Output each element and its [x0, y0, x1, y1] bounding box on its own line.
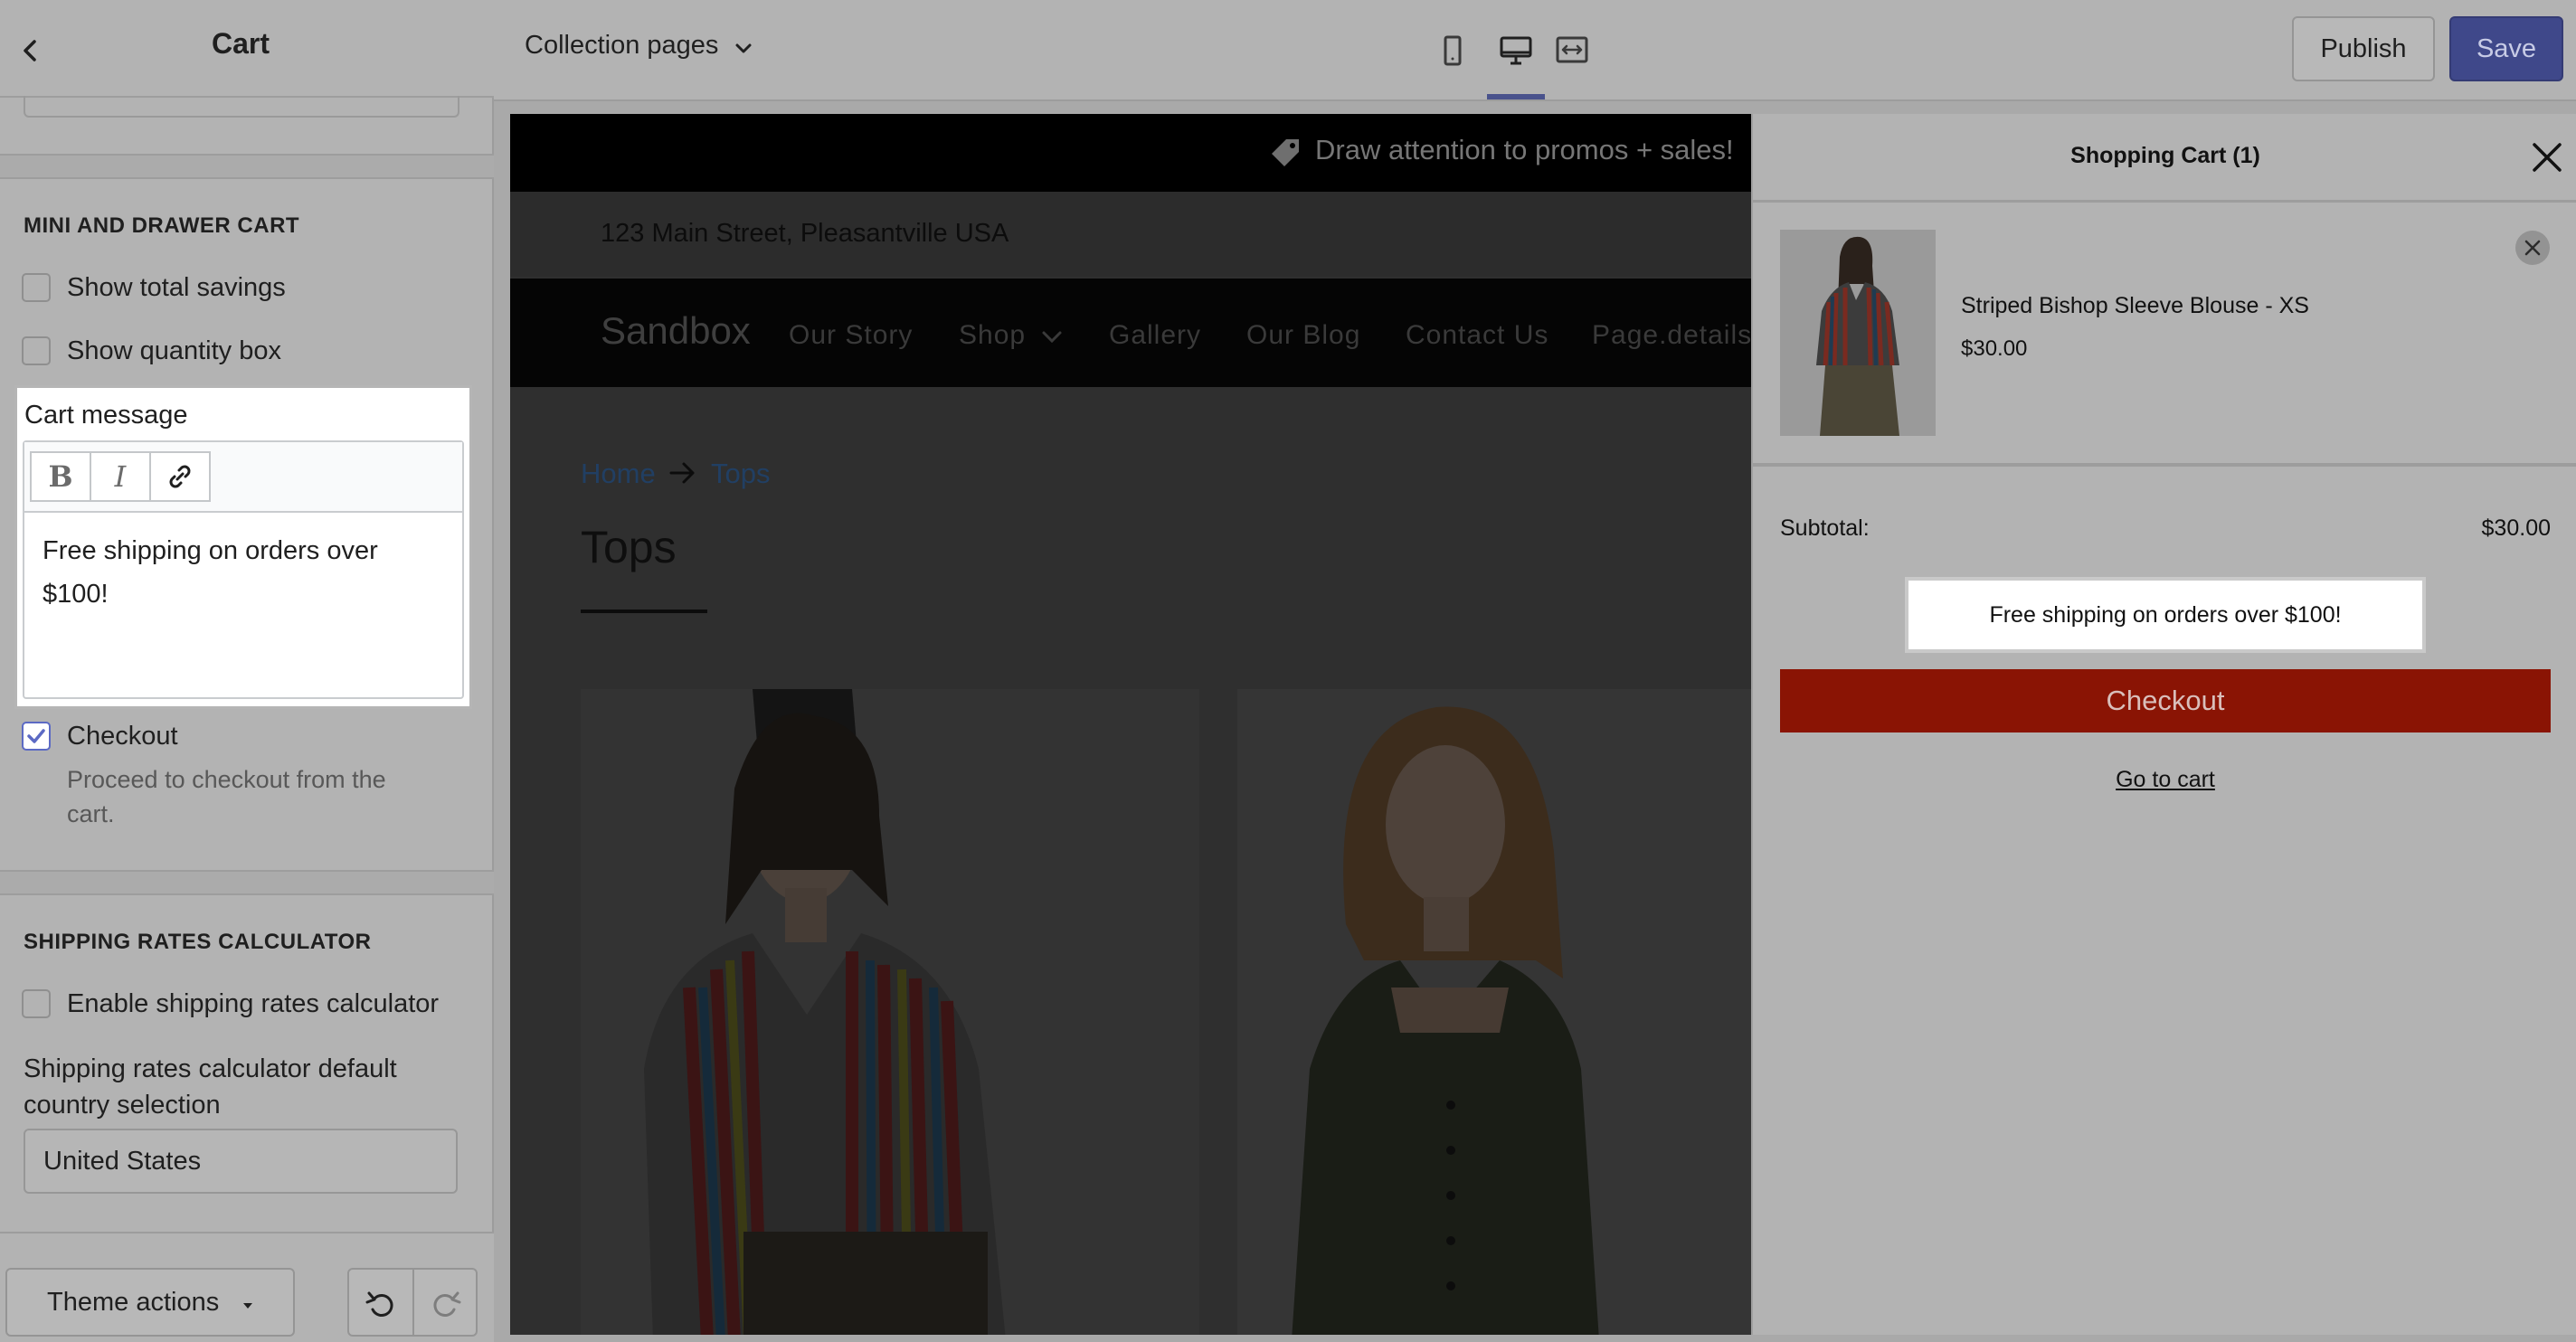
nav-page-details[interactable]: Page.details	[1592, 320, 1751, 351]
cart-drawer: Shopping Cart (1) Striped Bishop Sleeve …	[1751, 114, 2576, 1335]
announcement-bar: Draw attention to promos + sales!	[510, 114, 1751, 192]
close-icon[interactable]	[2527, 137, 2567, 177]
remove-item-icon[interactable]	[2514, 230, 2551, 266]
cart-message-banner: Free shipping on orders over $100!	[1905, 577, 2426, 653]
undo-redo-group	[347, 1268, 478, 1337]
mobile-view-icon[interactable]	[1435, 33, 1471, 69]
checkmark-icon	[27, 729, 45, 743]
store-navigation: Sandbox Our Story Shop Gallery Our Blog …	[510, 279, 1751, 387]
breadcrumb-current: Tops	[711, 458, 771, 489]
arrow-right-icon	[669, 462, 695, 484]
checkout-button[interactable]: Checkout	[1780, 669, 2551, 732]
show-total-savings-label: Show total savings	[67, 273, 286, 302]
mini-cart-heading: MINI AND DRAWER CART	[24, 213, 300, 238]
go-to-cart-link[interactable]: Go to cart	[2116, 767, 2215, 792]
bold-icon: B	[48, 459, 73, 494]
cart-message-label: Cart message	[24, 401, 188, 430]
product-thumbnail[interactable]	[1780, 230, 1936, 436]
show-quantity-box-checkbox[interactable]	[22, 336, 51, 365]
editor-topbar: Collection pages Publish Save	[494, 0, 2576, 101]
checkout-label: Checkout	[67, 722, 178, 751]
nav-our-story[interactable]: Our Story	[789, 320, 913, 351]
active-device-indicator	[1487, 94, 1545, 99]
go-to-cart-link-wrapper: Go to cart	[1753, 767, 2576, 793]
cart-drawer-header: Shopping Cart (1)	[1753, 114, 2576, 203]
full-width-view-icon[interactable]	[1554, 33, 1590, 69]
subtotal-value: $30.00	[2481, 515, 2551, 541]
rich-text-editor[interactable]: B I Free shipping on orders over $100!	[23, 440, 464, 699]
save-button[interactable]: Save	[2449, 16, 2563, 81]
section-divider	[0, 154, 494, 179]
product-card[interactable]	[1237, 689, 1751, 1335]
cart-item-price: $30.00	[1961, 336, 2028, 361]
italic-button[interactable]: I	[90, 451, 151, 502]
checkout-help-text: Proceed to checkout from the cart.	[67, 766, 386, 827]
default-country-select[interactable]: United States	[24, 1129, 458, 1194]
default-country-label: Shipping rates calculator default countr…	[24, 1054, 397, 1120]
enable-shipping-calculator-label: Enable shipping rates calculator	[67, 989, 440, 1018]
store-address: 123 Main Street, Pleasantville USA	[601, 219, 1009, 248]
section-divider	[0, 870, 494, 895]
address-bar: 123 Main Street, Pleasantville USA	[510, 192, 1751, 277]
desktop-view-icon[interactable]	[1498, 33, 1534, 69]
cart-item-name[interactable]: Striped Bishop Sleeve Blouse - XS	[1961, 293, 2309, 319]
editor-toolbar: B I	[24, 442, 462, 513]
subtotal-label: Subtotal:	[1780, 515, 1870, 541]
storefront-preview: Draw attention to promos + sales! 123 Ma…	[510, 114, 1751, 1335]
redo-icon[interactable]	[427, 1286, 463, 1322]
previous-input-edge	[24, 96, 459, 118]
chevron-down-icon	[1042, 331, 1062, 344]
product-card[interactable]	[581, 689, 1199, 1335]
cart-message-value[interactable]: Free shipping on orders over $100!	[43, 529, 440, 616]
checkout-checkbox[interactable]	[22, 722, 51, 751]
theme-actions-button[interactable]: Theme actions	[5, 1268, 295, 1337]
nav-shop[interactable]: Shop	[959, 320, 1026, 351]
product-image	[581, 689, 1199, 1335]
settings-sidebar: Cart MINI AND DRAWER CART Show total sav…	[0, 0, 494, 1342]
sidebar-footer: Theme actions	[0, 1232, 494, 1342]
nav-contact-us[interactable]: Contact Us	[1406, 320, 1548, 351]
enable-shipping-calculator-checkbox[interactable]	[22, 989, 51, 1018]
undo-icon[interactable]	[364, 1286, 400, 1322]
breadcrumb-home[interactable]: Home	[581, 458, 656, 490]
collection-title: Tops	[581, 522, 677, 572]
button-separator	[412, 1270, 414, 1335]
link-icon	[169, 465, 191, 488]
store-logo[interactable]: Sandbox	[601, 309, 751, 353]
show-total-savings-checkbox[interactable]	[22, 273, 51, 302]
product-image	[1237, 689, 1751, 1335]
nav-gallery[interactable]: Gallery	[1109, 320, 1201, 351]
announcement-text: Draw attention to promos + sales!	[1315, 134, 1734, 165]
show-quantity-box-label: Show quantity box	[67, 336, 281, 365]
bold-button[interactable]: B	[30, 451, 91, 502]
cart-line-item: Striped Bishop Sleeve Blouse - XS $30.00	[1753, 204, 2576, 467]
caret-down-icon	[243, 1303, 252, 1309]
sidebar-title: Cart	[211, 27, 270, 60]
italic-icon: I	[114, 459, 127, 494]
cart-message-field: Cart message B I Free shipping on orders…	[14, 385, 472, 709]
title-underline	[581, 610, 707, 613]
tag-icon	[1272, 139, 1299, 166]
cart-drawer-title: Shopping Cart (1)	[2070, 143, 2260, 168]
nav-our-blog[interactable]: Our Blog	[1246, 320, 1360, 351]
link-button[interactable]	[149, 451, 211, 502]
chevron-down-icon[interactable]	[731, 36, 756, 61]
sidebar-header: Cart	[0, 0, 494, 98]
publish-button[interactable]: Publish	[2292, 16, 2435, 81]
page-type-select[interactable]: Collection pages	[525, 31, 718, 61]
shipping-calculator-heading: SHIPPING RATES CALCULATOR	[24, 930, 372, 954]
